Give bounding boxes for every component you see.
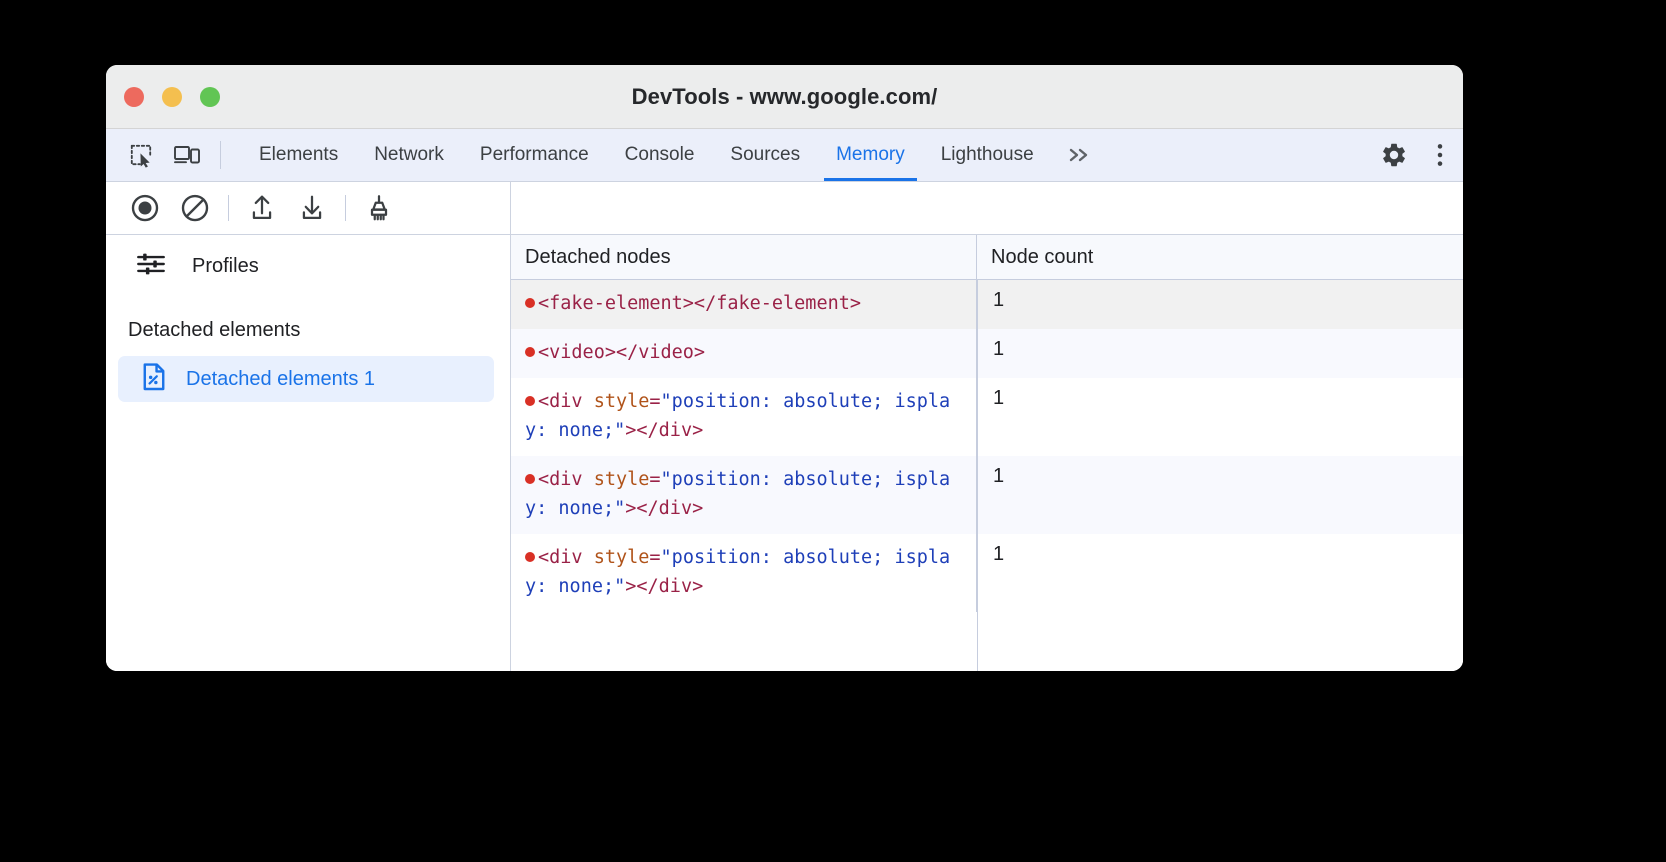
detached-node-bullet-icon — [525, 347, 535, 357]
detached-node-bullet-icon — [525, 474, 535, 484]
table-row[interactable]: <div style="position: absolute; isplay: … — [511, 456, 1463, 534]
detached-node-bullet-icon — [525, 298, 535, 308]
cell-node-count: 1 — [977, 456, 1463, 534]
profiles-sliders-icon — [136, 251, 166, 282]
tab-network-label: Network — [374, 144, 444, 166]
sidebar-item-profiles[interactable]: Profiles — [106, 235, 510, 297]
window-title: DevTools - www.google.com/ — [106, 84, 1463, 110]
tab-memory-label: Memory — [836, 144, 905, 166]
table-header-row: Detached nodes Node count — [511, 235, 1463, 280]
node-markup-segment: ></div> — [625, 420, 703, 441]
table-row[interactable]: <fake-element></fake-element> 1 — [511, 280, 1463, 329]
window-titlebar: DevTools - www.google.com/ — [106, 65, 1463, 129]
memory-toolbar — [106, 182, 510, 235]
node-markup-segment: = — [649, 547, 660, 568]
node-markup-segment: <video></video> — [538, 342, 705, 363]
table-row[interactable]: <video></video> 1 — [511, 329, 1463, 378]
tab-elements[interactable]: Elements — [241, 129, 356, 181]
sidebar-section-title: Detached elements — [106, 297, 510, 356]
cell-detached-node: <div style="position: absolute; isplay: … — [511, 456, 977, 534]
profiles-label: Profiles — [192, 255, 259, 278]
node-markup-segment: ></div> — [625, 576, 703, 597]
node-markup-segment: = — [649, 469, 660, 490]
devtools-body: Profiles Detached elements Detached ele — [106, 182, 1463, 671]
node-markup-segment: <fake-element></fake-element> — [538, 293, 861, 314]
memory-toolbar-divider-1 — [228, 195, 229, 221]
cell-node-count: 1 — [977, 329, 1463, 378]
detached-elements-panel: Detached nodes Node count <fake-element>… — [511, 182, 1463, 671]
profile-document-icon — [140, 362, 168, 397]
column-header-detached-nodes[interactable]: Detached nodes — [511, 235, 977, 279]
load-profile-button[interactable] — [237, 193, 287, 223]
panel-tabs: Elements Network Performance Console Sou… — [241, 129, 1106, 181]
tab-console-label: Console — [625, 144, 695, 166]
settings-gear-icon[interactable] — [1371, 141, 1417, 169]
detached-elements-toolbar — [511, 182, 1463, 235]
cell-node-count: 1 — [977, 280, 1463, 329]
minimize-window-button[interactable] — [162, 87, 182, 107]
tab-sources[interactable]: Sources — [712, 129, 818, 181]
window-controls — [124, 65, 220, 128]
tab-performance[interactable]: Performance — [462, 129, 607, 181]
device-toolbar-icon[interactable] — [164, 129, 210, 181]
detached-node-bullet-icon — [525, 396, 535, 406]
memory-sidebar: Profiles Detached elements Detached ele — [106, 182, 511, 671]
sidebar-item-detached-elements-1[interactable]: Detached elements 1 — [118, 356, 494, 402]
column-divider — [977, 280, 978, 671]
table-row[interactable]: <div style="position: absolute; isplay: … — [511, 378, 1463, 456]
node-markup-segment: <div — [538, 547, 594, 568]
clear-profiles-button[interactable] — [170, 193, 220, 223]
tab-console[interactable]: Console — [607, 129, 713, 181]
table-body: <fake-element></fake-element> 1 <video><… — [511, 280, 1463, 671]
screen-root: DevTools - www.google.com/ — [0, 0, 1666, 862]
node-markup-segment: style — [594, 469, 650, 490]
tab-lighthouse[interactable]: Lighthouse — [923, 129, 1052, 181]
tab-memory[interactable]: Memory — [818, 129, 923, 181]
more-options-kebab-icon[interactable] — [1417, 141, 1463, 169]
node-markup-segment: style — [594, 547, 650, 568]
node-markup-segment: style — [594, 391, 650, 412]
tabstrip-divider — [220, 141, 221, 169]
detached-nodes-table: Detached nodes Node count <fake-element>… — [511, 235, 1463, 671]
collect-garbage-button[interactable] — [354, 193, 404, 223]
inspect-element-icon[interactable] — [118, 129, 164, 181]
record-heap-snapshot-button[interactable] — [120, 193, 170, 223]
more-tabs-icon[interactable] — [1052, 129, 1106, 181]
tabstrip-right-group — [1350, 129, 1463, 181]
save-profile-button[interactable] — [287, 193, 337, 223]
cell-detached-node: <video></video> — [511, 329, 977, 378]
devtools-tabstrip: Elements Network Performance Console Sou… — [106, 129, 1463, 182]
detached-node-bullet-icon — [525, 552, 535, 562]
tab-lighthouse-label: Lighthouse — [941, 144, 1034, 166]
close-window-button[interactable] — [124, 87, 144, 107]
cell-detached-node: <div style="position: absolute; isplay: … — [511, 378, 977, 456]
column-header-node-count[interactable]: Node count — [977, 235, 1463, 279]
node-markup-segment: ></div> — [625, 498, 703, 519]
node-markup-segment: <div — [538, 391, 594, 412]
node-markup-segment: = — [649, 391, 660, 412]
cell-detached-node: <div style="position: absolute; isplay: … — [511, 534, 977, 612]
memory-toolbar-divider-2 — [345, 195, 346, 221]
tab-elements-label: Elements — [259, 144, 338, 166]
tab-network[interactable]: Network — [356, 129, 462, 181]
devtools-window: DevTools - www.google.com/ — [106, 65, 1463, 671]
node-markup-segment: <div — [538, 469, 594, 490]
cell-detached-node: <fake-element></fake-element> — [511, 280, 977, 329]
maximize-window-button[interactable] — [200, 87, 220, 107]
tab-performance-label: Performance — [480, 144, 589, 166]
sidebar-item-label: Detached elements 1 — [186, 368, 375, 391]
tab-sources-label: Sources — [730, 144, 800, 166]
cell-node-count: 1 — [977, 378, 1463, 456]
table-row[interactable]: <div style="position: absolute; isplay: … — [511, 534, 1463, 612]
cell-node-count: 1 — [977, 534, 1463, 612]
